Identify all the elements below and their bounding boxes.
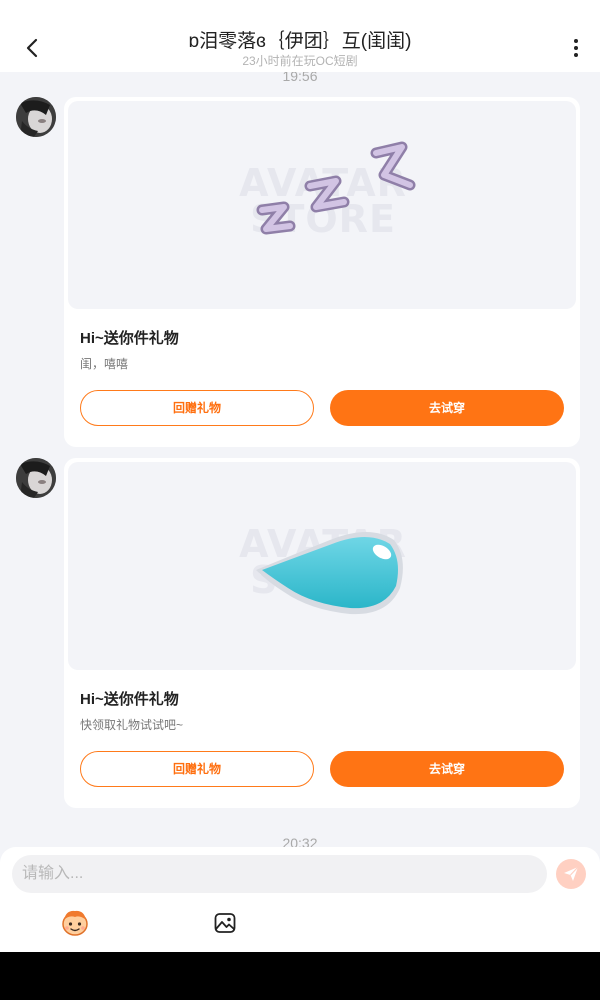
gift-message-card: AVATAR STORE Hi~送你件礼物 快领取礼物试试吧~ 回赠礼物 去试穿 <box>64 458 580 808</box>
gift-image[interactable]: AVATAR STORE <box>68 101 576 309</box>
avatar[interactable] <box>16 458 56 498</box>
gift-description: 闺，嘻嘻 <box>80 357 129 371</box>
avatar-image <box>16 97 56 137</box>
sleeping-zzz-icon <box>256 141 416 235</box>
gift-title: Hi~送你件礼物 <box>80 330 179 347</box>
gift-image[interactable]: AVATAR STORE <box>68 462 576 670</box>
try-on-button[interactable]: 去试穿 <box>330 751 564 787</box>
send-button[interactable] <box>556 859 586 889</box>
chat-screen: ɒ泪零落ɞ｛伊团｝互(闺闺) 23小时前在玩OC短剧 19:56 AVATAR … <box>0 0 600 952</box>
gift-title: Hi~送你件礼物 <box>80 691 179 708</box>
more-vertical-icon <box>574 39 578 43</box>
avatar-character-button[interactable] <box>60 909 90 937</box>
back-button[interactable] <box>18 34 46 62</box>
message-input[interactable] <box>12 855 547 893</box>
chat-partner-name: ɒ泪零落ɞ｛伊团｝互(闺闺) <box>188 31 412 52</box>
image-icon <box>214 913 236 933</box>
avatar[interactable] <box>16 97 56 137</box>
gift-message-card: AVATAR STORE Hi~送你件礼物 闺，嘻嘻 回赠礼物 去试穿 <box>64 97 580 447</box>
try-on-button[interactable]: 去试穿 <box>330 390 564 426</box>
paper-plane-icon <box>564 866 579 881</box>
gift-description: 快领取礼物试试吧~ <box>80 718 184 732</box>
chevron-left-icon <box>26 38 38 58</box>
message-input-bar <box>0 847 600 952</box>
image-picker-button[interactable] <box>210 909 240 937</box>
return-gift-button[interactable]: 回赠礼物 <box>80 390 314 426</box>
water-drop-icon <box>256 532 403 615</box>
avatar-character-icon <box>62 910 88 936</box>
avatar-image <box>16 458 56 498</box>
return-gift-button[interactable]: 回赠礼物 <box>80 751 314 787</box>
chat-header: ɒ泪零落ɞ｛伊团｝互(闺闺) 23小时前在玩OC短剧 <box>0 0 600 72</box>
partner-status: 23小时前在玩OC短剧 <box>242 54 358 68</box>
more-button[interactable] <box>564 36 588 60</box>
